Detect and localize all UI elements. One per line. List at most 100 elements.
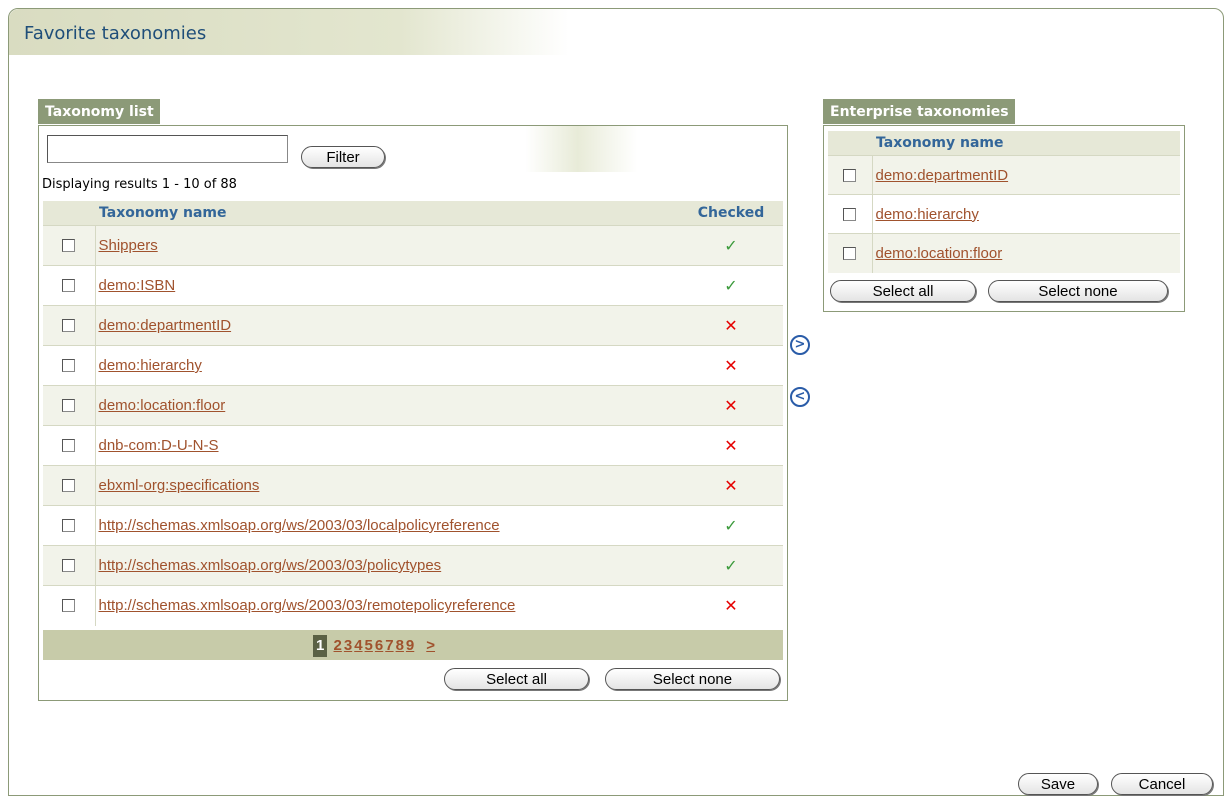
row-name-cell: dnb-com:D-U-N-S	[95, 425, 679, 466]
enterprise-taxonomy-link[interactable]: demo:location:floor	[873, 245, 1003, 262]
row-checkbox[interactable]	[62, 239, 76, 252]
taxonomy-link[interactable]: Shippers	[96, 237, 158, 254]
row-checkbox[interactable]	[62, 399, 76, 412]
enterprise-name-cell: demo:hierarchy	[872, 194, 1180, 234]
select-column-header	[43, 201, 95, 226]
table-row: demo:hierarchy ✕	[43, 345, 783, 386]
cross-icon: ✕	[724, 396, 738, 415]
row-checkbox[interactable]	[62, 479, 76, 492]
taxonomy-link[interactable]: ebxml-org:specifications	[96, 477, 260, 494]
row-checkbox-cell	[43, 305, 96, 346]
row-checkbox-cell	[43, 345, 96, 386]
row-checked-cell: ✓	[679, 545, 783, 586]
row-checkbox-cell	[43, 545, 96, 586]
page-link[interactable]: 3	[344, 637, 352, 654]
enterprise-name-header: Taxonomy name	[872, 131, 1180, 156]
enterprise-row: demo:departmentID	[828, 155, 1180, 195]
check-icon: ✓	[724, 516, 738, 535]
row-name-cell: demo:location:floor	[95, 385, 679, 426]
row-checkbox[interactable]	[62, 359, 76, 372]
cross-icon: ✕	[724, 316, 738, 335]
table-row: Shippers ✓	[43, 225, 783, 266]
table-row: http://schemas.xmlsoap.org/ws/2003/03/po…	[43, 545, 783, 586]
page-link[interactable]: 4	[354, 637, 362, 654]
cancel-button[interactable]: Cancel	[1111, 773, 1213, 795]
page-link[interactable]: 5	[365, 637, 373, 654]
enterprise-checkbox-cell	[828, 194, 873, 234]
enterprise-row: demo:hierarchy	[828, 194, 1180, 234]
enterprise-panel: Taxonomy name demo:departmentID demo:hier…	[823, 125, 1185, 312]
page-link[interactable]: 7	[385, 637, 393, 654]
row-checkbox-cell	[43, 225, 96, 266]
row-name-cell: Shippers	[95, 225, 679, 266]
select-all-button[interactable]: Select all	[444, 668, 589, 690]
enterprise-taxonomy-link[interactable]: demo:hierarchy	[873, 206, 979, 223]
taxonomy-link[interactable]: dnb-com:D-U-N-S	[96, 437, 219, 454]
filter-input[interactable]	[47, 135, 288, 163]
check-icon: ✓	[724, 556, 738, 575]
table-row: demo:ISBN ✓	[43, 265, 783, 306]
next-page-link[interactable]: >	[426, 637, 435, 654]
table-row: demo:departmentID ✕	[43, 305, 783, 346]
results-count: Displaying results 1 - 10 of 88	[42, 177, 237, 192]
select-none-button[interactable]: Select none	[605, 668, 780, 690]
row-checkbox[interactable]	[62, 279, 76, 292]
enterprise-checkbox-cell	[828, 155, 873, 195]
frame-header: Favorite taxonomies	[9, 9, 569, 55]
move-left-icon[interactable]: <	[790, 387, 810, 407]
enterprise-row-checkbox[interactable]	[843, 246, 857, 260]
row-checkbox-cell	[43, 425, 96, 466]
table-row: dnb-com:D-U-N-S ✕	[43, 425, 783, 466]
taxonomy-link[interactable]: demo:hierarchy	[96, 357, 202, 374]
row-checked-cell: ✓	[679, 505, 783, 546]
row-checkbox[interactable]	[62, 559, 76, 572]
cross-icon: ✕	[724, 436, 738, 455]
row-checkbox-cell	[43, 265, 96, 306]
enterprise-row: demo:location:floor	[828, 233, 1180, 273]
row-checkbox[interactable]	[62, 319, 76, 332]
table-row: ebxml-org:specifications ✕	[43, 465, 783, 506]
row-checked-cell: ✕	[679, 345, 783, 386]
taxonomy-link[interactable]: demo:departmentID	[96, 317, 232, 334]
taxonomy-link[interactable]: http://schemas.xmlsoap.org/ws/2003/03/po…	[96, 557, 442, 574]
page-link[interactable]: 8	[396, 637, 404, 654]
taxonomy-link[interactable]: demo:location:floor	[96, 397, 226, 414]
page-link[interactable]: 9	[406, 637, 414, 654]
taxonomy-link[interactable]: http://schemas.xmlsoap.org/ws/2003/03/lo…	[96, 517, 500, 534]
row-name-cell: http://schemas.xmlsoap.org/ws/2003/03/po…	[95, 545, 679, 586]
enterprise-select-all-button[interactable]: Select all	[830, 280, 976, 302]
row-name-cell: http://schemas.xmlsoap.org/ws/2003/03/lo…	[95, 505, 679, 546]
enterprise-row-checkbox[interactable]	[843, 207, 857, 221]
row-checkbox-cell	[43, 585, 96, 626]
save-button[interactable]: Save	[1018, 773, 1098, 795]
enterprise-taxonomy-link[interactable]: demo:departmentID	[873, 167, 1009, 184]
filter-row: Filter	[39, 126, 787, 172]
pagination: 1 2 3 4 5 6 7 8 9 >	[43, 630, 783, 660]
row-name-cell: ebxml-org:specifications	[95, 465, 679, 506]
move-right-icon[interactable]: >	[790, 335, 810, 355]
taxonomy-link[interactable]: demo:ISBN	[96, 277, 176, 294]
row-checkbox[interactable]	[62, 599, 76, 613]
row-checkbox-cell	[43, 385, 96, 426]
filter-button[interactable]: Filter	[301, 146, 385, 168]
row-checked-cell: ✕	[679, 385, 783, 426]
enterprise-select-none-button[interactable]: Select none	[988, 280, 1168, 302]
row-name-cell: demo:hierarchy	[95, 345, 679, 386]
table-row: http://schemas.xmlsoap.org/ws/2003/03/lo…	[43, 505, 783, 546]
row-checkbox-cell	[43, 505, 96, 546]
taxonomy-list-panel: Filter Displaying results 1 - 10 of 88 T…	[38, 125, 788, 701]
check-icon: ✓	[724, 236, 738, 255]
row-checkbox-cell	[43, 465, 96, 506]
row-checked-cell: ✕	[679, 305, 783, 346]
taxonomy-name-header: Taxonomy name	[95, 201, 679, 226]
row-checkbox[interactable]	[62, 439, 76, 452]
enterprise-taxonomies-label: Enterprise taxonomies	[823, 99, 1015, 124]
row-checked-cell: ✕	[679, 465, 783, 506]
page-link[interactable]: 6	[375, 637, 383, 654]
taxonomy-list-label: Taxonomy list	[38, 99, 160, 124]
enterprise-row-checkbox[interactable]	[843, 168, 857, 182]
enterprise-checkbox-cell	[828, 233, 873, 273]
page-link[interactable]: 2	[334, 637, 342, 654]
row-checkbox[interactable]	[62, 519, 76, 532]
taxonomy-link[interactable]: http://schemas.xmlsoap.org/ws/2003/03/re…	[96, 597, 516, 614]
